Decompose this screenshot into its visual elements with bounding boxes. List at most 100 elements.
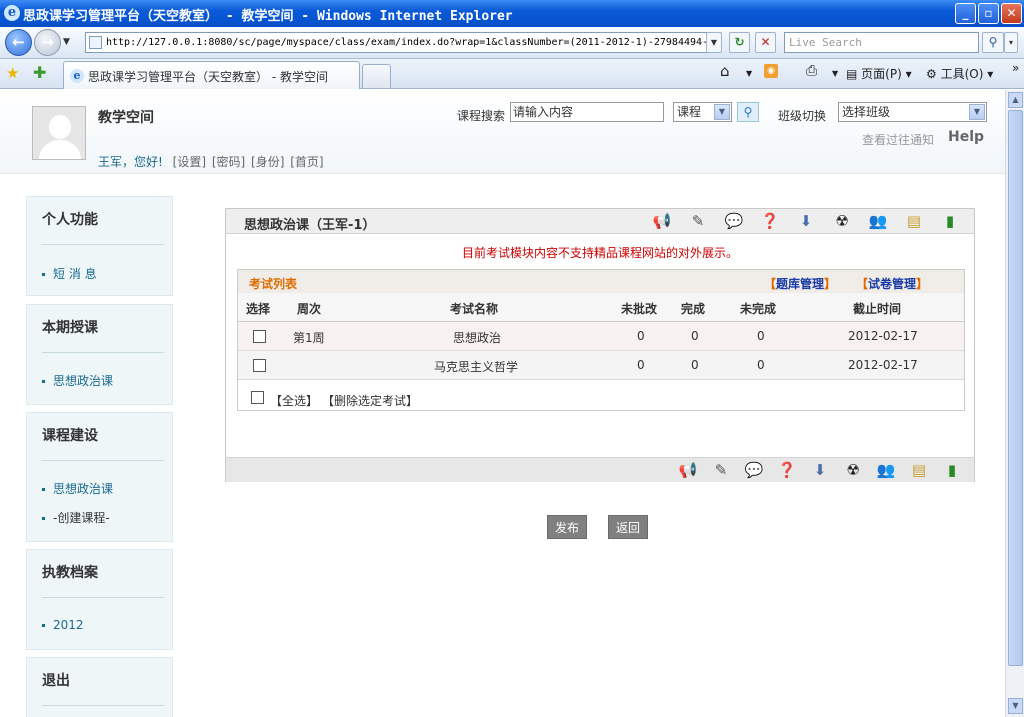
sidebar-teaching-archive: 执教档案 2012 (26, 549, 173, 650)
help-icon[interactable]: ❓ (760, 211, 780, 231)
notepad-icon[interactable]: ▤ (909, 460, 929, 480)
book-icon[interactable]: ▮ (942, 460, 962, 480)
sidebar-item-create-course[interactable]: -创建课程- (42, 509, 110, 526)
users-icon[interactable]: 👥 (868, 211, 888, 231)
row-deadline: 2012-02-17 (848, 358, 918, 372)
row-checkbox[interactable] (253, 359, 266, 372)
url-field[interactable]: http://127.0.0.1:8080/sc/page/myspace/cl… (85, 32, 721, 53)
home-link[interactable]: [首页] (290, 155, 323, 169)
sidebar-heading: 本期授课 (42, 320, 98, 336)
greeting: 王军，您好! (98, 155, 163, 169)
home-icon[interactable]: ⌂ (720, 62, 730, 80)
exam-list-label: 考试列表 (249, 277, 298, 291)
live-search-input[interactable]: Live Search (784, 32, 979, 53)
stop-button[interactable]: ✕ (755, 32, 776, 53)
tools-menu[interactable]: ⚙ 工具(O) ▾ (926, 65, 993, 82)
toolbar-more-icon[interactable]: » (1012, 61, 1019, 75)
avatar (32, 106, 86, 160)
megaphone-icon[interactable]: 📢 (652, 211, 672, 231)
tools-menu-label: 工具(O) (940, 67, 984, 81)
search-type-select[interactable]: 课程 ▼ (673, 102, 732, 122)
past-notice-link[interactable]: 查看过往通知 (862, 131, 934, 148)
col-week: 周次 (297, 302, 322, 316)
row-name[interactable]: 思想政治 (453, 329, 501, 346)
col-ungraded: 未批改 (621, 302, 658, 316)
print-dropdown-icon[interactable]: ▼ (832, 69, 838, 78)
print-icon[interactable]: ⎙ (806, 63, 817, 79)
course-search-input[interactable]: 请输入内容 (510, 102, 664, 122)
help-link[interactable]: Help (948, 129, 984, 145)
select-all-checkbox[interactable] (251, 391, 264, 404)
download-icon[interactable]: ⬇ (796, 211, 816, 231)
tab-label: 思政课学习管理平台（天空教室） - 教学空间 (88, 70, 328, 84)
logout-link[interactable]: 退出 (42, 670, 70, 690)
maximize-button[interactable]: ▫ (978, 3, 999, 24)
row-name[interactable]: 马克思主义哲学 (434, 358, 518, 375)
panel-titlebar: 思想政治课（王军-1） 📢 ✎ 💬 ❓ ⬇ ☢ 👥 ▤ ▮ (226, 209, 974, 234)
home-dropdown-icon[interactable]: ▼ (746, 69, 752, 78)
sidebar-logout[interactable]: 退出 (26, 657, 173, 717)
panel-toolbar: 📢 ✎ 💬 ❓ ⬇ ☢ 👥 ▤ ▮ (652, 211, 972, 233)
add-favorites-icon[interactable]: ✚ (33, 63, 46, 82)
scroll-thumb[interactable] (1008, 110, 1023, 666)
row-checkbox[interactable] (253, 330, 266, 343)
page-menu[interactable]: ▤ 页面(P) ▾ (846, 65, 912, 82)
refresh-button[interactable]: ↻ (729, 32, 750, 53)
pen-icon[interactable]: ✎ (711, 460, 731, 480)
exam-list-bar: 考试列表 【题库管理】 【试卷管理】 (238, 270, 964, 293)
pen-icon[interactable]: ✎ (688, 211, 708, 231)
url-text: http://127.0.0.1:8080/sc/page/myspace/cl… (106, 37, 709, 48)
row-done: 0 (691, 329, 699, 343)
back-button[interactable]: 返回 (608, 515, 648, 539)
class-select[interactable]: 选择班级 ▼ (838, 102, 987, 122)
tab-ie-icon: e (70, 69, 84, 83)
sidebar-item-course[interactable]: 思想政治课 (42, 372, 113, 389)
users-icon[interactable]: 👥 (876, 460, 896, 480)
scroll-up-icon[interactable]: ▲ (1008, 92, 1023, 108)
window-titlebar: e 思政课学习管理平台（天空教室） - 教学空间 - Windows Inter… (0, 0, 1024, 27)
favorites-star-icon[interactable]: ★ (6, 64, 19, 82)
close-button[interactable]: ✕ (1001, 3, 1022, 24)
scroll-down-icon[interactable]: ▼ (1008, 698, 1023, 714)
table-row: 马克思主义哲学 0 0 0 2012-02-17 (238, 351, 964, 380)
chat-icon[interactable]: 💬 (744, 460, 764, 480)
search-button[interactable]: ⚲ (737, 102, 759, 122)
download-icon[interactable]: ⬇ (810, 460, 830, 480)
search-options-icon[interactable]: ▾ (1004, 32, 1018, 53)
back-button[interactable]: ← (5, 29, 32, 56)
paper-manage-link[interactable]: 【试卷管理】 (856, 275, 928, 292)
select-all-link[interactable]: 【全选】 (270, 392, 318, 409)
new-tab-button[interactable] (362, 64, 391, 88)
delete-selected-link[interactable]: 【删除选定考试】 (322, 392, 418, 409)
password-link[interactable]: [密码] (212, 155, 245, 169)
history-dropdown-icon[interactable]: ▼ (63, 37, 70, 47)
question-bank-link[interactable]: 【题库管理】 (764, 275, 836, 292)
tab-current[interactable]: e 思政课学习管理平台（天空教室） - 教学空间 (63, 61, 360, 89)
search-go-button[interactable]: ⚲ (982, 32, 1004, 53)
forward-button[interactable]: → (34, 29, 61, 56)
sidebar-item-course[interactable]: 思想政治课 (42, 480, 113, 497)
chevron-down-icon: ▼ (969, 104, 985, 120)
url-dropdown-icon[interactable]: ▼ (706, 32, 722, 53)
chevron-down-icon: ▼ (714, 104, 730, 120)
minimize-button[interactable]: _ (955, 3, 976, 24)
rss-icon[interactable]: ◉ (764, 64, 778, 78)
space-title: 教学空间 (98, 110, 154, 126)
settings-link[interactable]: [设置] (173, 155, 206, 169)
book-icon[interactable]: ▮ (940, 211, 960, 231)
radiation-icon[interactable]: ☢ (843, 460, 863, 480)
sidebar-item-messages[interactable]: 短 消 息 (42, 265, 97, 282)
notepad-icon[interactable]: ▤ (904, 211, 924, 231)
vertical-scrollbar[interactable]: ▲ ▼ (1005, 90, 1024, 717)
warning-text: 目前考试模块内容不支持精品课程网站的对外展示。 (461, 246, 738, 260)
page-icon (89, 36, 102, 49)
chat-icon[interactable]: 💬 (724, 211, 744, 231)
megaphone-icon[interactable]: 📢 (678, 460, 698, 480)
sidebar-item-2012[interactable]: 2012 (42, 618, 84, 632)
radiation-icon[interactable]: ☢ (832, 211, 852, 231)
help-icon[interactable]: ❓ (777, 460, 797, 480)
identity-link[interactable]: [身份] (251, 155, 284, 169)
publish-button[interactable]: 发布 (547, 515, 587, 539)
exam-list: 考试列表 【题库管理】 【试卷管理】 选择 周次 考试名称 未批改 完成 未完成… (237, 269, 965, 411)
exam-panel: 思想政治课（王军-1） 📢 ✎ 💬 ❓ ⬇ ☢ 👥 ▤ ▮ 目前考试模块内容不支… (225, 208, 975, 539)
